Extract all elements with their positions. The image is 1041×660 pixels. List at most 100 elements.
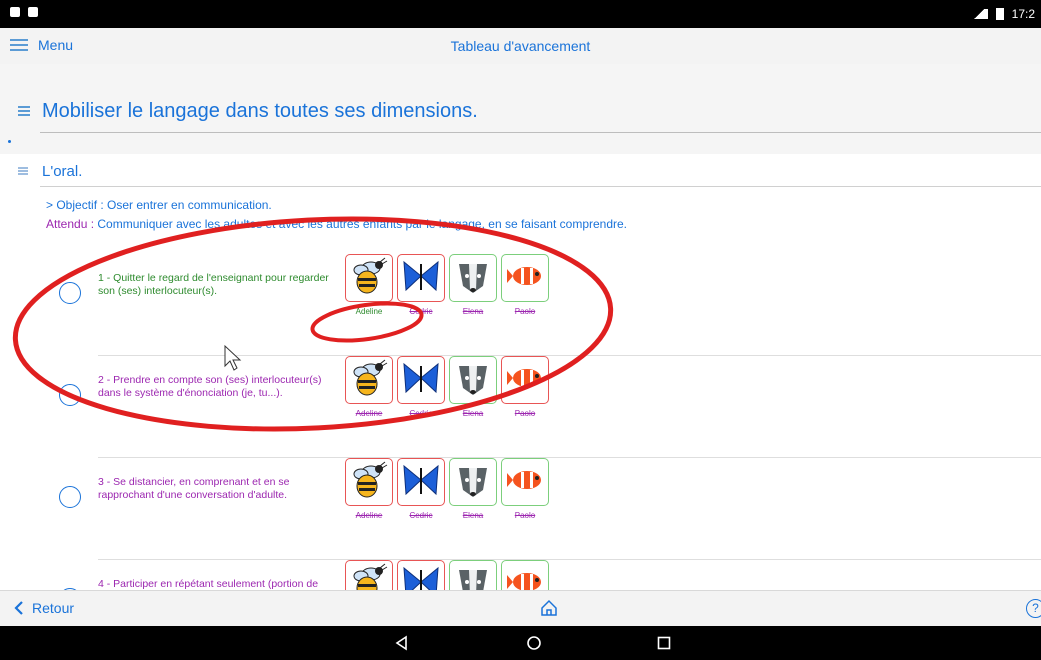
fish-icon — [505, 460, 545, 505]
student-name: Paolo — [514, 511, 536, 520]
list-icon — [18, 106, 30, 116]
student-avatar[interactable] — [501, 254, 549, 302]
signal-icon — [969, 9, 988, 19]
domain-section[interactable]: Mobiliser le langage dans toutes ses dim… — [0, 64, 1041, 154]
student-paolo[interactable]: Paolo — [501, 254, 549, 316]
fish-icon — [505, 562, 545, 590]
objective-line[interactable]: > Objectif : Oser entrer en communicatio… — [46, 198, 272, 212]
student-avatar[interactable] — [397, 458, 445, 506]
student-adeline[interactable]: Adeline — [345, 356, 393, 418]
student-name: Cedric — [409, 409, 433, 418]
divider — [40, 186, 1041, 187]
student-avatar[interactable] — [397, 560, 445, 590]
recents-nav-icon[interactable] — [656, 635, 672, 651]
fish-icon — [505, 358, 545, 403]
badger-icon — [453, 460, 493, 505]
student-avatar[interactable] — [345, 458, 393, 506]
divider — [98, 457, 1041, 458]
main-content[interactable]: Mobiliser le langage dans toutes ses dim… — [0, 64, 1041, 590]
student-avatar[interactable] — [501, 458, 549, 506]
item-description: 1 - Quitter le regard de l'enseignant po… — [98, 272, 329, 297]
system-nav-bar — [0, 626, 1041, 660]
back-label: Retour — [32, 600, 75, 616]
bee-icon — [349, 256, 389, 301]
student-list: Adeline Cedric Elena Paolo — [345, 356, 549, 418]
scroll-indicator — [8, 140, 11, 143]
student-adeline[interactable]: Adeline — [345, 254, 393, 316]
student-paolo[interactable]: Paolo — [501, 560, 549, 590]
student-paolo[interactable]: Paolo — [501, 356, 549, 418]
student-avatar[interactable] — [449, 560, 497, 590]
app-header: Menu Tableau d'avancement — [0, 28, 1041, 65]
chevron-left-icon — [14, 601, 23, 615]
student-name: Adeline — [355, 409, 383, 418]
student-avatar[interactable] — [449, 356, 497, 404]
student-avatar[interactable] — [449, 458, 497, 506]
student-adeline[interactable]: Adeline — [345, 560, 393, 590]
student-name: Adeline — [355, 511, 383, 520]
back-button[interactable]: Retour — [14, 600, 74, 616]
expected-line: Attendu : Communiquer avec les adultes e… — [46, 217, 627, 231]
item-radio[interactable] — [59, 486, 81, 508]
back-nav-icon[interactable] — [394, 635, 410, 651]
student-avatar[interactable] — [501, 356, 549, 404]
student-cedric[interactable]: Cedric — [397, 356, 445, 418]
item-description: 4 - Participer en répétant seulement (po… — [98, 578, 319, 590]
student-avatar[interactable] — [345, 254, 393, 302]
subdomain-title: L'oral. — [42, 163, 83, 180]
divider — [98, 559, 1041, 560]
student-cedric[interactable]: Cedric — [397, 560, 445, 590]
progress-item: 4 - Participer en répétant seulement (po… — [0, 560, 1041, 590]
student-name: Paolo — [514, 307, 536, 316]
student-name: Elena — [462, 307, 484, 316]
student-list: Adeline Cedric Elena Paolo — [345, 254, 549, 316]
student-avatar[interactable] — [397, 356, 445, 404]
battery-icon — [995, 8, 1004, 20]
student-elena[interactable]: Elena — [449, 560, 497, 590]
student-adeline[interactable]: Adeline — [345, 458, 393, 520]
status-time: 17:2 — [1011, 7, 1035, 21]
badger-icon — [453, 358, 493, 403]
student-elena[interactable]: Elena — [449, 356, 497, 418]
student-name: Elena — [462, 409, 484, 418]
item-radio[interactable] — [59, 282, 81, 304]
progress-item: 3 - Se distancier, en comprenant et en s… — [0, 458, 1041, 560]
fish-icon — [505, 256, 545, 301]
expected-text: Communiquer avec les adultes et avec les… — [97, 217, 628, 231]
student-list: Adeline Cedric Elena Paolo — [345, 458, 549, 520]
divider — [40, 132, 1041, 133]
bee-icon — [349, 358, 389, 403]
student-avatar[interactable] — [345, 356, 393, 404]
footer-bar: Retour ? — [0, 590, 1041, 627]
student-cedric[interactable]: Cedric — [397, 254, 445, 316]
home-nav-icon[interactable] — [526, 635, 542, 651]
student-elena[interactable]: Elena — [449, 458, 497, 520]
butterfly-icon — [401, 562, 441, 590]
item-radio[interactable] — [59, 384, 81, 406]
student-avatar[interactable] — [397, 254, 445, 302]
objective-text: Oser entrer en communication. — [107, 198, 272, 212]
student-name: Elena — [462, 511, 484, 520]
student-name: Paolo — [514, 409, 536, 418]
student-avatar[interactable] — [345, 560, 393, 590]
item-description: 2 - Prendre en compte son (ses) interloc… — [98, 374, 322, 399]
student-paolo[interactable]: Paolo — [501, 458, 549, 520]
butterfly-icon — [401, 256, 441, 301]
butterfly-icon — [401, 358, 441, 403]
progress-item: 1 - Quitter le regard de l'enseignant po… — [0, 254, 1041, 356]
progress-item: 2 - Prendre en compte son (ses) interloc… — [0, 356, 1041, 458]
subdomain-section[interactable]: L'oral. — [0, 154, 1041, 187]
student-avatar[interactable] — [501, 560, 549, 590]
page-title: Tableau d'avancement — [450, 38, 591, 54]
divider — [98, 355, 1041, 356]
student-cedric[interactable]: Cedric — [397, 458, 445, 520]
help-button[interactable]: ? — [1026, 599, 1041, 618]
list-icon — [18, 167, 28, 175]
android-icon — [28, 7, 38, 17]
student-avatar[interactable] — [449, 254, 497, 302]
home-icon[interactable] — [540, 599, 558, 617]
student-elena[interactable]: Elena — [449, 254, 497, 316]
status-right: 17:2 — [969, 7, 1035, 21]
badger-icon — [453, 562, 493, 590]
student-name: Cedric — [409, 307, 433, 316]
